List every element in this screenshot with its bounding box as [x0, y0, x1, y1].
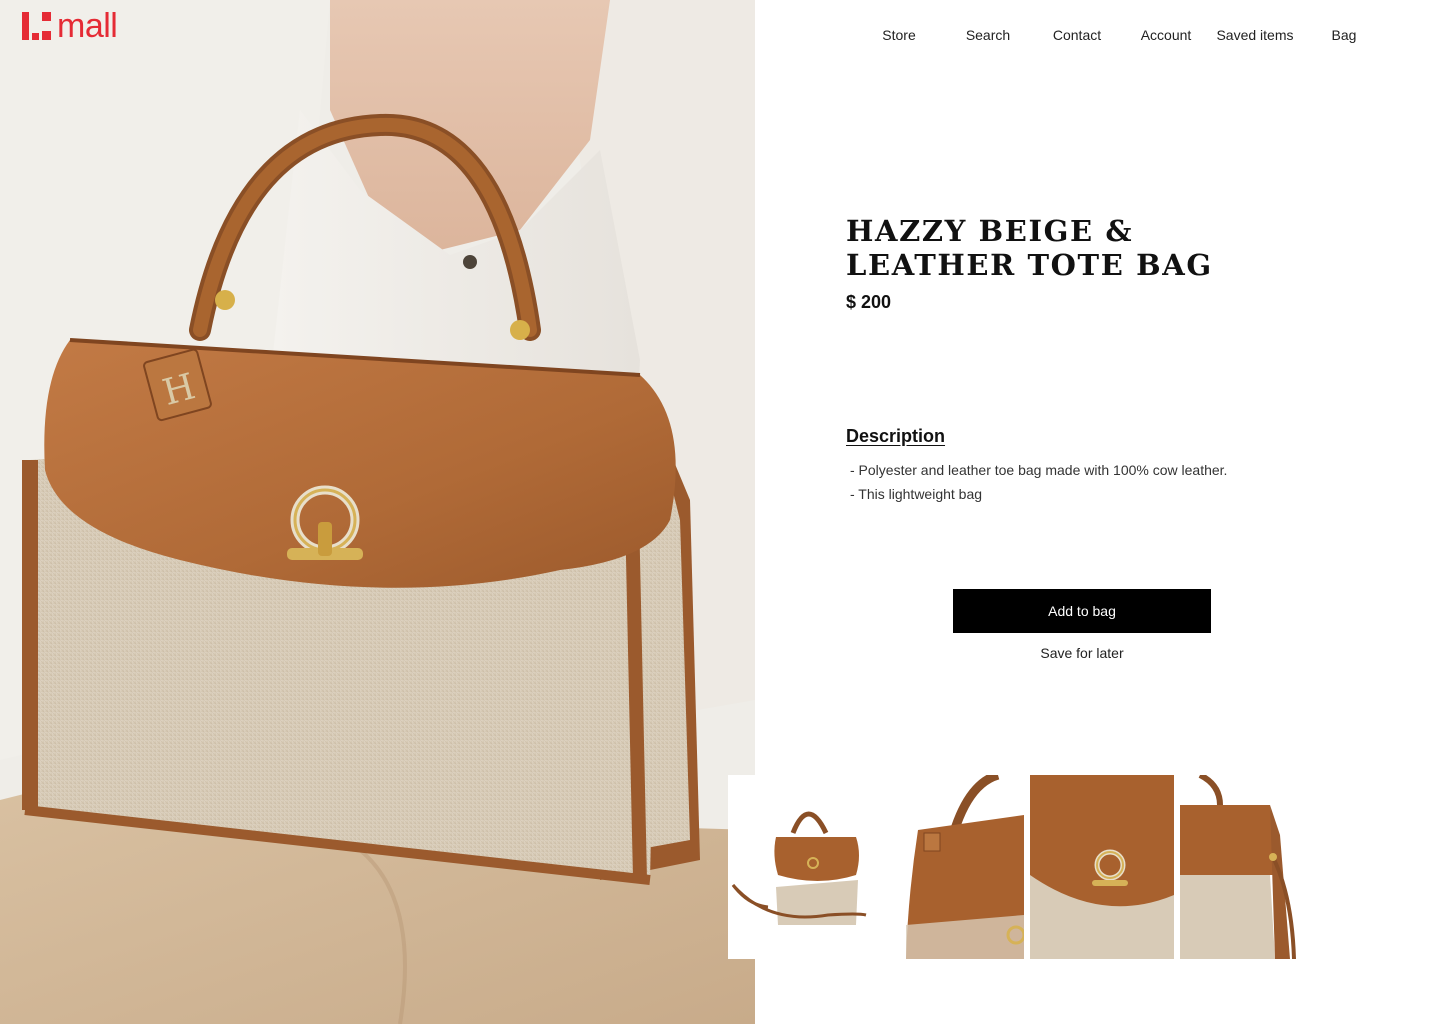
add-to-bag-button[interactable]: Add to bag	[953, 589, 1211, 633]
thumbnail-flap-detail[interactable]	[878, 775, 1024, 959]
product-title: HAZZY BEIGE & LEATHER TOTE BAG	[846, 214, 1213, 282]
nav-store[interactable]: Store	[854, 27, 944, 43]
description-heading: Description	[846, 426, 946, 446]
nav-search[interactable]: Search	[943, 27, 1033, 43]
save-for-later-button[interactable]: Save for later	[953, 645, 1211, 661]
nav-saved-items[interactable]: Saved items	[1210, 27, 1300, 43]
description-line: - Polyester and leather toe bag made wit…	[850, 462, 1228, 478]
thumbnail-image	[1030, 775, 1174, 959]
top-navigation: Store Search Contact Account Saved items…	[860, 27, 1380, 47]
description-list: - Polyester and leather toe bag made wit…	[850, 458, 1227, 506]
thumbnail-full-bag[interactable]	[728, 775, 878, 959]
description-line: - This lightweight bag	[850, 486, 983, 502]
nav-bag[interactable]: Bag	[1299, 27, 1389, 43]
nav-contact[interactable]: Contact	[1032, 27, 1122, 43]
logo-wordmark: mall	[57, 7, 118, 45]
thumbnail-clasp-closeup[interactable]	[1030, 775, 1174, 959]
logo-mark	[22, 12, 51, 40]
brand-logo[interactable]: mall	[22, 7, 118, 45]
product-price: $ 200	[846, 292, 892, 312]
thumbnail-image	[1180, 775, 1298, 959]
thumbnail-side-view[interactable]	[1180, 775, 1298, 959]
nav-account[interactable]: Account	[1121, 27, 1211, 43]
hero-product-photo: H	[0, 0, 755, 1024]
hero-illustration: H	[0, 0, 755, 1024]
thumbnail-image	[728, 775, 878, 959]
thumbnail-image	[878, 775, 1024, 959]
